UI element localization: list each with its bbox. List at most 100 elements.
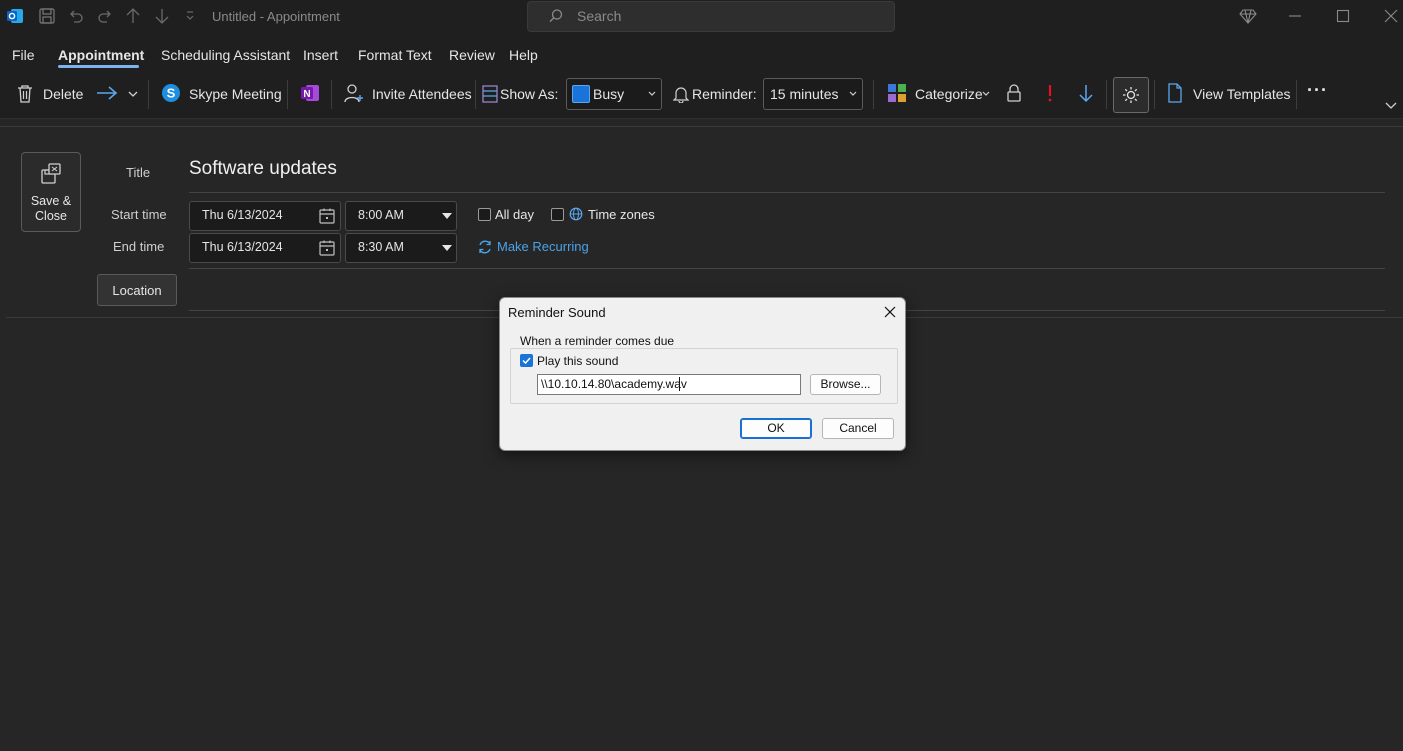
ribbon-separator (148, 80, 149, 109)
active-tab-indicator (58, 65, 139, 68)
make-recurring-link[interactable]: Make Recurring (497, 239, 589, 254)
title-underline (189, 192, 1385, 193)
end-time-label: End time (113, 239, 165, 254)
end-date-picker[interactable]: Thu 6/13/2024 (189, 233, 341, 263)
premium-diamond-icon[interactable] (1239, 7, 1257, 25)
start-time-value: 8:00 AM (358, 208, 404, 222)
browse-button[interactable]: Browse... (810, 374, 881, 395)
save-and-close-button[interactable]: Save & Close (21, 152, 81, 232)
calendar-icon[interactable] (318, 239, 336, 257)
maximize-icon[interactable] (1334, 7, 1352, 25)
more-options-button[interactable]: ··· (1307, 80, 1328, 101)
group-label: When a reminder comes due (518, 334, 677, 348)
redo-icon[interactable] (96, 7, 114, 25)
theme-toggle-button[interactable] (1113, 77, 1149, 113)
arrow-down-icon[interactable] (153, 7, 171, 25)
all-day-label: All day (495, 207, 535, 222)
globe-icon (569, 207, 583, 221)
menu-bar: File Appointment Scheduling Assistant In… (0, 34, 1403, 70)
chevron-down-icon (648, 91, 656, 97)
ribbon-separator (1154, 80, 1155, 109)
search-input[interactable]: Search (527, 1, 895, 32)
end-time-value: 8:30 AM (358, 240, 404, 254)
busy-color-swatch (572, 85, 590, 103)
customize-toolbar-icon[interactable] (184, 7, 202, 25)
forward-arrow-icon[interactable] (96, 85, 118, 101)
close-window-icon[interactable] (1382, 7, 1400, 25)
search-placeholder: Search (577, 8, 622, 24)
forward-dropdown-chevron-icon[interactable] (128, 91, 138, 97)
save-close-icon (39, 162, 63, 186)
view-templates-icon (1167, 83, 1183, 103)
categorize-chevron-icon[interactable] (982, 91, 990, 97)
undo-icon[interactable] (67, 7, 85, 25)
all-day-checkbox[interactable] (478, 208, 491, 221)
text-cursor (679, 377, 680, 391)
ribbon-collapse-chevron-icon[interactable] (1385, 102, 1397, 110)
outlook-logo-icon (6, 7, 24, 25)
view-templates-button[interactable]: View Templates (1193, 86, 1291, 102)
invite-attendees-icon (344, 83, 364, 103)
tab-scheduling-assistant[interactable]: Scheduling Assistant (161, 47, 290, 63)
categorize-button[interactable]: Categorize (915, 86, 983, 102)
end-time-select[interactable]: 8:30 AM (345, 233, 457, 263)
ribbon: Delete S Skype Meeting N Invite Attendee… (0, 70, 1403, 119)
tab-review[interactable]: Review (449, 47, 495, 63)
ribbon-separator (1106, 80, 1107, 109)
ribbon-separator (1296, 80, 1297, 109)
reminder-value: 15 minutes (770, 86, 839, 102)
show-as-label: Show As: (500, 86, 559, 102)
title-label: Title (126, 165, 151, 180)
recurrence-icon (477, 239, 493, 255)
time-zones-label: Time zones (588, 207, 655, 222)
calendar-icon[interactable] (318, 207, 336, 225)
window-title: Untitled - Appointment (212, 9, 340, 24)
time-section-divider (189, 268, 1385, 269)
caret-down-icon (442, 245, 452, 251)
end-date-value: Thu 6/13/2024 (202, 240, 283, 254)
low-importance-icon[interactable] (1077, 83, 1095, 103)
title-bar: Untitled - Appointment Search (0, 0, 1403, 34)
close-icon[interactable] (882, 304, 898, 320)
ribbon-separator (331, 80, 332, 109)
onenote-icon[interactable]: N (300, 83, 320, 103)
reminder-select[interactable]: 15 minutes (763, 78, 863, 110)
browse-button-label: Browse... (820, 377, 871, 391)
play-sound-label: Play this sound (537, 354, 619, 368)
tab-help[interactable]: Help (509, 47, 538, 63)
search-icon (548, 8, 564, 24)
skype-meeting-button[interactable]: Skype Meeting (189, 86, 282, 102)
delete-button[interactable]: Delete (43, 86, 83, 102)
sound-path-input[interactable]: \\10.10.14.80\academy.wav (537, 374, 801, 395)
caret-down-icon (442, 213, 452, 219)
time-zones-checkbox[interactable] (551, 208, 564, 221)
ok-button[interactable]: OK (740, 418, 812, 439)
tab-insert[interactable]: Insert (303, 47, 338, 63)
play-sound-checkbox[interactable] (520, 354, 533, 367)
show-as-value: Busy (593, 86, 625, 102)
tab-appointment[interactable]: Appointment (58, 47, 144, 63)
cancel-button[interactable]: Cancel (822, 418, 894, 439)
location-button-label: Location (112, 283, 162, 298)
arrow-up-icon[interactable] (124, 7, 142, 25)
location-button[interactable]: Location (97, 274, 177, 306)
minimize-icon[interactable] (1286, 7, 1304, 25)
start-time-select[interactable]: 8:00 AM (345, 201, 457, 231)
skype-icon: S (161, 83, 181, 103)
high-importance-icon[interactable] (1046, 83, 1054, 103)
reminder-sound-dialog: Reminder Sound When a reminder comes due… (499, 297, 906, 451)
invite-attendees-button[interactable]: Invite Attendees (372, 86, 472, 102)
ribbon-separator (287, 80, 288, 109)
private-lock-icon[interactable] (1006, 83, 1022, 103)
dialog-title: Reminder Sound (508, 305, 606, 320)
save-icon[interactable] (38, 7, 56, 25)
tab-file[interactable]: File (12, 47, 35, 63)
title-input[interactable]: Software updates (189, 158, 337, 180)
svg-text:N: N (303, 89, 310, 100)
start-date-value: Thu 6/13/2024 (202, 208, 283, 222)
trash-icon (16, 84, 34, 104)
tab-format-text[interactable]: Format Text (358, 47, 432, 63)
start-date-picker[interactable]: Thu 6/13/2024 (189, 201, 341, 231)
ok-button-label: OK (767, 421, 785, 435)
show-as-select[interactable]: Busy (566, 78, 662, 110)
